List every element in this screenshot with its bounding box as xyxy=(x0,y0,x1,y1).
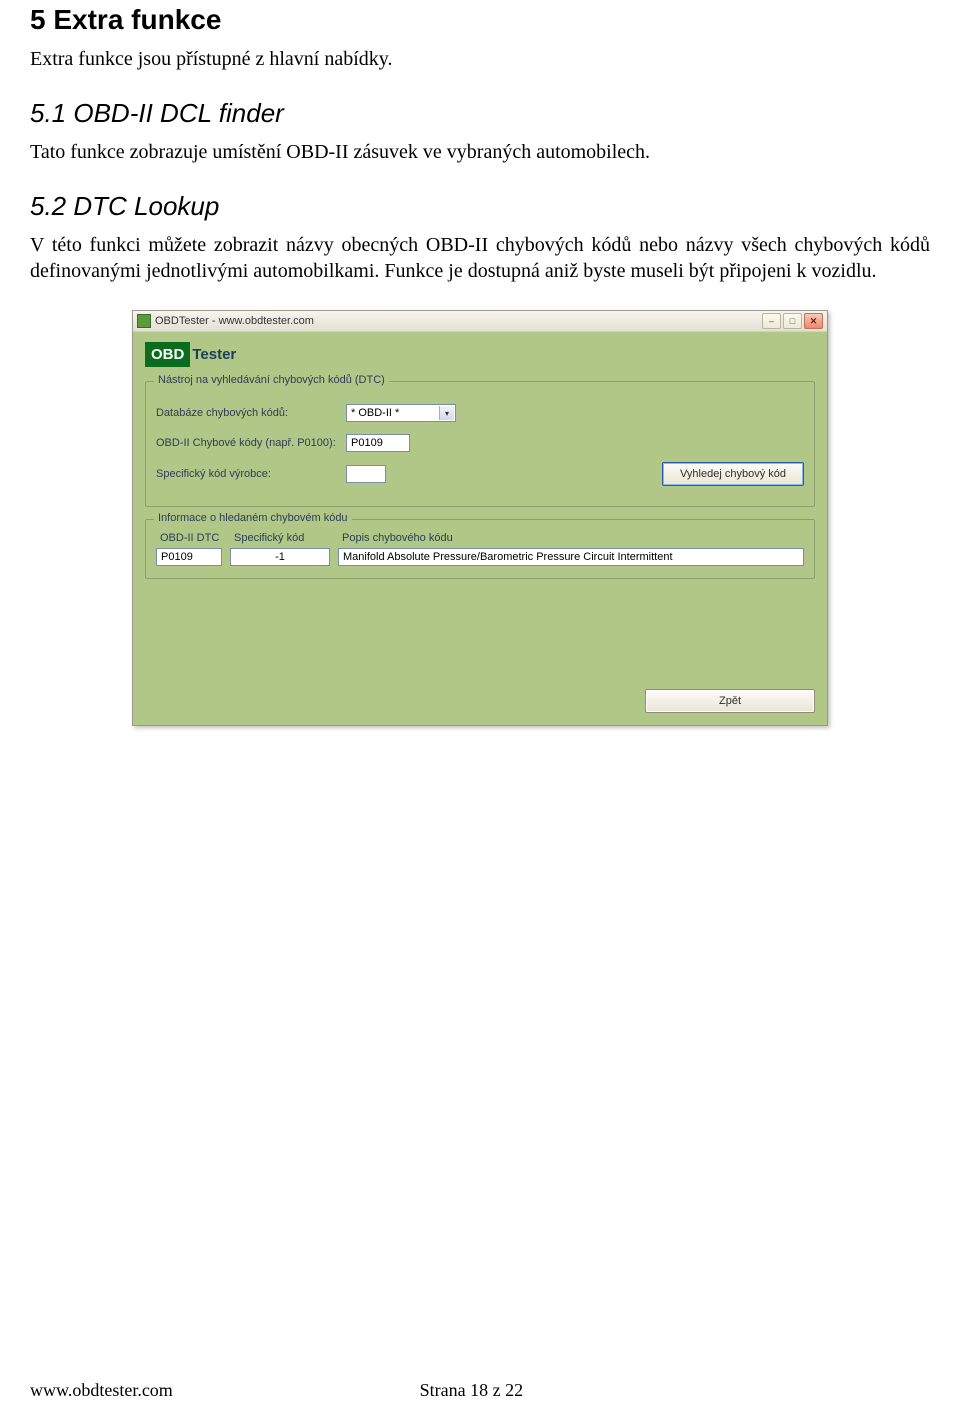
code-input-value: P0109 xyxy=(351,437,383,449)
window-title: OBDTester - www.obdtester.com xyxy=(155,315,314,327)
col-dtc: OBD-II DTC xyxy=(160,532,226,544)
result-dtc: P0109 xyxy=(156,548,222,566)
minimize-button[interactable]: – xyxy=(762,313,781,329)
maximize-button[interactable]: □ xyxy=(783,313,802,329)
footer-url: www.obdtester.com xyxy=(30,1380,173,1401)
footer-page: Strana 18 z 22 xyxy=(420,1380,523,1401)
result-desc: Manifold Absolute Pressure/Barometric Pr… xyxy=(338,548,804,566)
search-button[interactable]: Vyhledej chybový kód xyxy=(662,462,804,486)
back-button[interactable]: Zpět xyxy=(645,689,815,713)
db-label: Databáze chybových kódů: xyxy=(156,407,346,419)
chevron-down-icon: ▾ xyxy=(439,406,454,420)
manuf-label: Specifický kód výrobce: xyxy=(156,468,346,480)
info-group: Informace o hledaném chybovém kódu OBD-I… xyxy=(145,519,815,579)
result-row: P0109 -1 Manifold Absolute Pressure/Baro… xyxy=(156,548,804,566)
app-window: OBDTester - www.obdtester.com – □ ✕ OBDT… xyxy=(132,310,828,726)
paragraph-intro: Extra funkce jsou přístupné z hlavní nab… xyxy=(30,46,930,72)
info-group-legend: Informace o hledaném chybovém kódu xyxy=(154,512,352,524)
logo-right: Tester xyxy=(190,346,236,363)
heading-extra-funkce: 5 Extra funkce xyxy=(30,4,930,36)
code-label: OBD-II Chybové kódy (např. P0100): xyxy=(156,437,346,449)
page-footer: www.obdtester.com Strana 18 z 22 xyxy=(30,1380,930,1401)
result-spec: -1 xyxy=(230,548,330,566)
heading-5-2: 5.2 DTC Lookup xyxy=(30,191,930,222)
col-spec: Specifický kód xyxy=(234,532,334,544)
col-desc: Popis chybového kódu xyxy=(342,532,804,544)
code-input[interactable]: P0109 xyxy=(346,434,410,452)
app-icon xyxy=(137,314,151,328)
paragraph-5-2: V této funkci můžete zobrazit názvy obec… xyxy=(30,232,930,284)
close-button[interactable]: ✕ xyxy=(804,313,823,329)
app-logo: OBDTester xyxy=(145,342,236,367)
db-select[interactable]: * OBD-II * ▾ xyxy=(346,404,456,422)
search-group-legend: Nástroj na vyhledávání chybových kódů (D… xyxy=(154,374,389,386)
paragraph-5-1: Tato funkce zobrazuje umístění OBD-II zá… xyxy=(30,139,930,165)
search-group: Nástroj na vyhledávání chybových kódů (D… xyxy=(145,381,815,507)
db-select-value: * OBD-II * xyxy=(351,407,399,419)
manuf-input[interactable] xyxy=(346,465,386,483)
logo-left: OBD xyxy=(145,342,190,367)
heading-5-1: 5.1 OBD-II DCL finder xyxy=(30,98,930,129)
title-bar: OBDTester - www.obdtester.com – □ ✕ xyxy=(133,311,827,332)
